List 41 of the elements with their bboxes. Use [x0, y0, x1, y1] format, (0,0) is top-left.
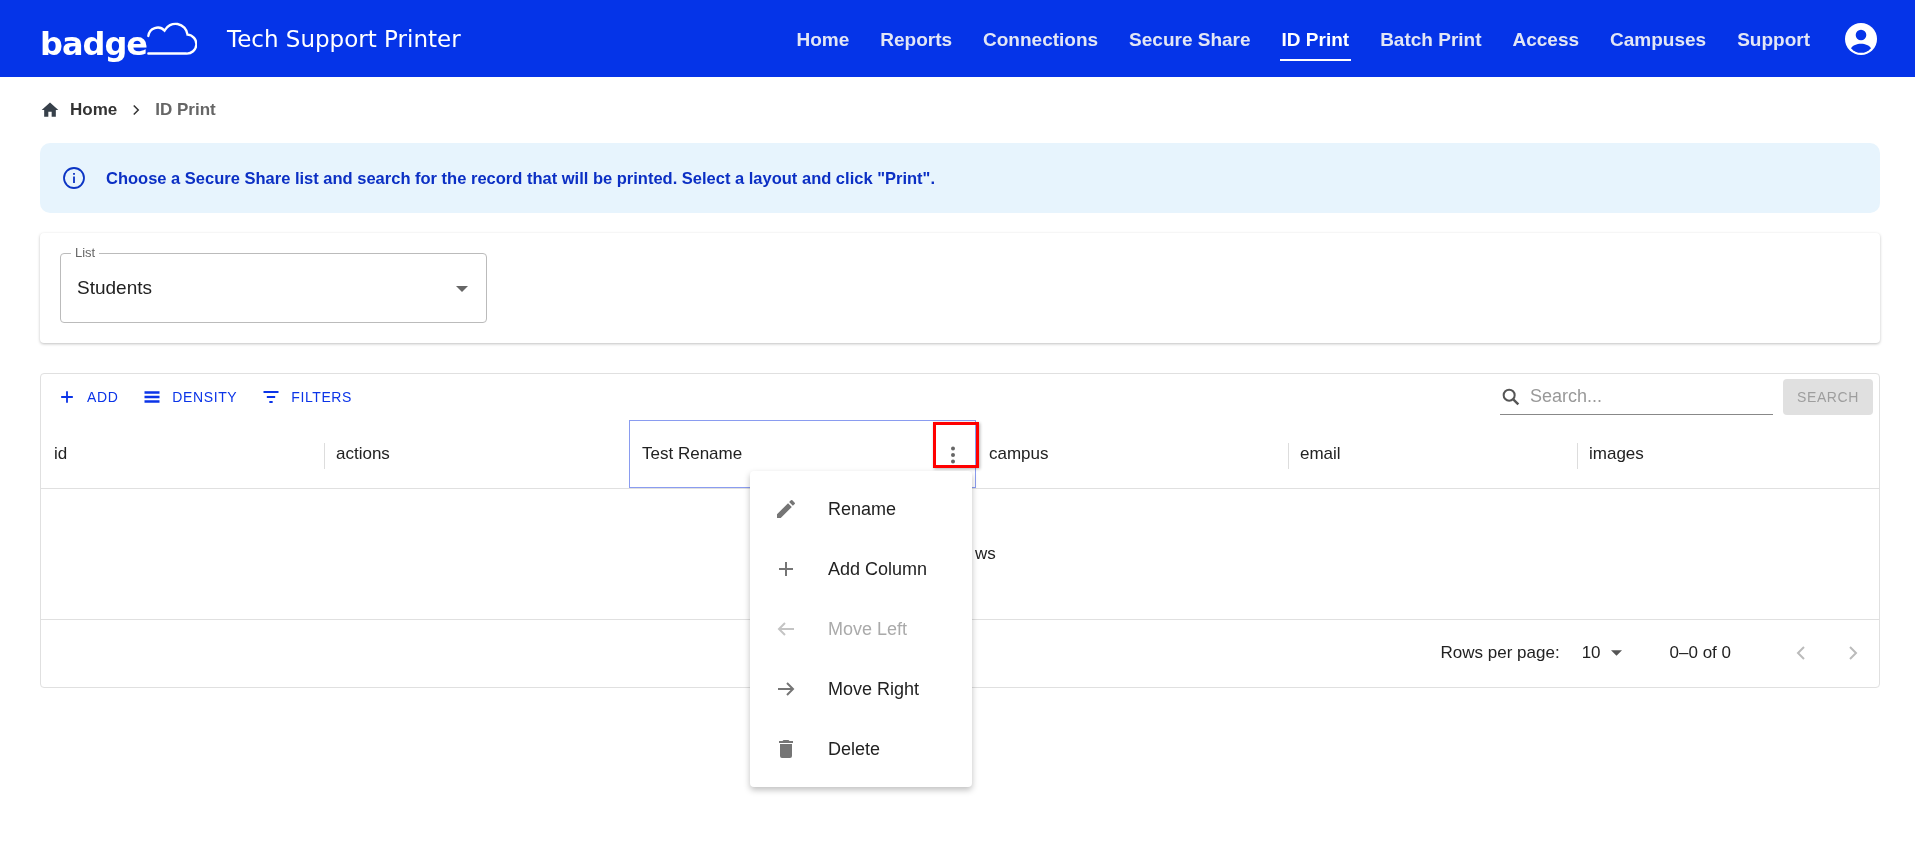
highlight-frame [933, 422, 979, 468]
breadcrumb-current: ID Print [155, 100, 216, 120]
toolbar-button[interactable]: FILTERS [253, 383, 360, 411]
account-icon[interactable] [1845, 22, 1877, 55]
select-value: Students [77, 277, 152, 299]
dropdown-icon [456, 286, 468, 292]
empty-message: ws [975, 544, 996, 564]
select-label: List [71, 245, 100, 260]
nav-link[interactable]: Campuses [1608, 20, 1709, 61]
menu-item[interactable]: Move Right [750, 659, 972, 719]
menu-item[interactable]: Add Column [750, 539, 972, 599]
nav-link[interactable]: Home [794, 20, 852, 61]
cloud-icon [147, 20, 197, 55]
alert-message: Choose a Secure Share list and search for the record that will be printed. Select a layout and click "Print". [106, 168, 935, 188]
dropdown-icon [1610, 650, 1622, 656]
column-header[interactable]: campus [976, 420, 1287, 488]
info-icon [62, 166, 86, 190]
column-header[interactable]: actions [323, 420, 629, 488]
nav-link[interactable]: ID Print [1279, 20, 1352, 61]
nav-link[interactable]: Support [1735, 20, 1812, 61]
rows-per-page-label: Rows per page: [1440, 643, 1560, 663]
menu-item[interactable]: Delete [750, 719, 972, 779]
search-field[interactable]: Search... [1530, 381, 1766, 412]
toolbar-button[interactable]: DENSITY [134, 383, 246, 411]
home-icon [40, 100, 60, 120]
rows-per-page-select[interactable]: 10 [1581, 643, 1622, 663]
column-header[interactable]: images [1576, 420, 1876, 488]
toolbar-button[interactable]: ADD [49, 383, 127, 411]
column-header[interactable]: id [41, 420, 323, 488]
nav-link[interactable]: Connections [981, 20, 1101, 61]
column-header[interactable]: email [1287, 420, 1576, 488]
page-range: 0–0 of 0 [1669, 643, 1731, 663]
nav-link[interactable]: Secure Share [1127, 20, 1253, 61]
logo-text: badge [40, 24, 147, 63]
nav-link[interactable]: Batch Print [1378, 20, 1484, 61]
breadcrumb-link[interactable]: Home [40, 100, 118, 120]
logo[interactable]: badge [40, 8, 197, 69]
nav-link[interactable]: Access [1510, 20, 1582, 61]
nav-link[interactable]: Reports [878, 20, 955, 61]
app-title: Tech Support Printer [227, 25, 461, 52]
pencil-icon [774, 497, 798, 521]
